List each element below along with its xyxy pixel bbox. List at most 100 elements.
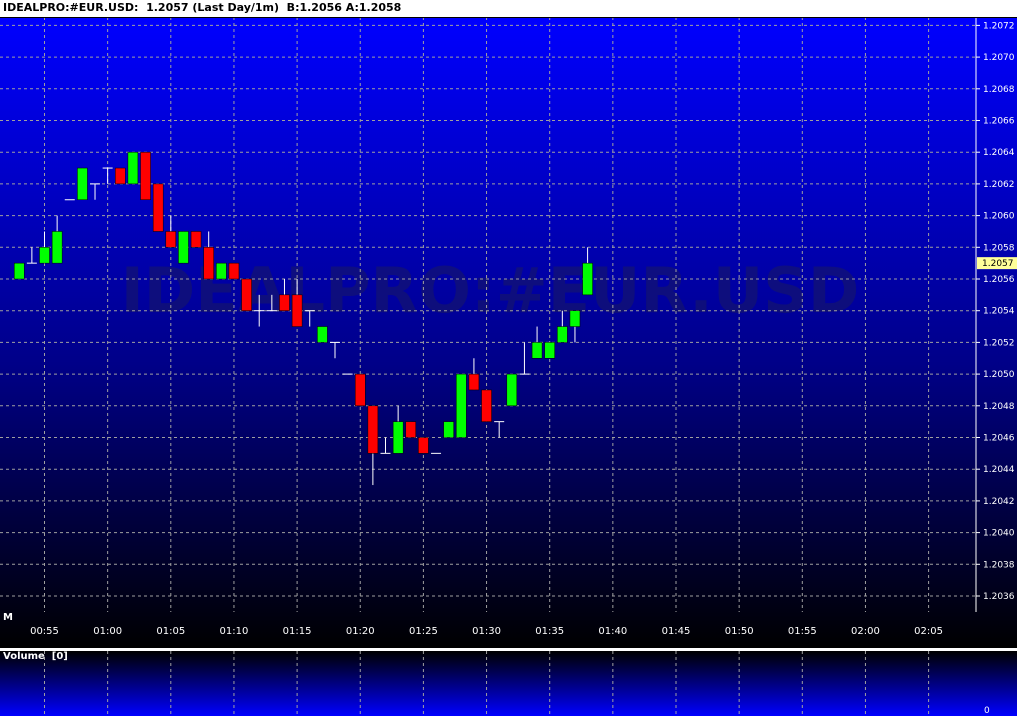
candle (544, 342, 555, 359)
candle-body (152, 183, 164, 232)
y-tick-label: 1.2060 (983, 212, 1015, 222)
y-tick-label: 1.2070 (983, 53, 1015, 63)
candle-body (203, 247, 214, 280)
candle (190, 231, 202, 248)
y-tick-label: 1.2068 (983, 85, 1015, 95)
candle-body (392, 421, 404, 454)
volume-label: Volume [0] (3, 651, 68, 662)
y-tick-label: 1.2044 (983, 465, 1015, 475)
candle-body (178, 231, 189, 264)
candle-body (557, 326, 568, 343)
chart-window: IDEALPRO:#EUR.USD 1.2036 1.2038 1.2040 1.20… (0, 0, 1017, 716)
y-tick-label: 1.2046 (983, 434, 1015, 444)
candle-body (317, 326, 328, 343)
x-tick-label: 01:05 (156, 626, 185, 637)
candle (317, 326, 328, 343)
candle-body (77, 167, 88, 201)
candle-body (13, 262, 25, 280)
candle-body (355, 373, 366, 407)
candle-body (127, 151, 139, 185)
candle-body (582, 262, 593, 296)
candle (77, 167, 88, 201)
candle (178, 231, 189, 264)
candle (140, 151, 151, 200)
candle-body (456, 373, 467, 438)
y-tick-label: 1.2036 (983, 592, 1015, 602)
period-label: M (3, 612, 13, 623)
price-chart[interactable]: IDEALPRO:#EUR.USD 1.20361.20381.20401.20… (0, 0, 1017, 716)
candle-body (165, 231, 177, 248)
x-axis: 00:55 01:00 01:05 01:10 01:15 01:20 01:25 01:30… (30, 626, 943, 637)
candle-body (228, 262, 240, 280)
title-bar: IDEALPRO:#EUR.USD: 1.2057 (Last Day/1m) … (0, 0, 1017, 18)
candle-body (115, 167, 126, 185)
candle-body (241, 278, 252, 311)
y-tick-label: 1.2066 (983, 117, 1015, 127)
candle-body (531, 342, 543, 359)
volume-panel-background (0, 651, 1017, 716)
candle-body (569, 310, 581, 327)
last-price-tag: 1.2057 (977, 257, 1017, 270)
candle-body (443, 421, 454, 438)
x-tick-label: 01:20 (346, 626, 375, 637)
candle-body (405, 421, 417, 438)
y-tick-label: 1.2050 (983, 370, 1015, 380)
candle-body (190, 231, 202, 248)
y-tick-label: 1.2056 (983, 275, 1015, 285)
x-tick-label: 01:10 (220, 626, 249, 637)
candle (405, 421, 417, 438)
candle (506, 373, 518, 407)
candle (481, 389, 492, 422)
x-tick-label: 01:40 (598, 626, 627, 637)
chart-title: IDEALPRO:#EUR.USD: 1.2057 (Last Day/1m) … (3, 1, 402, 14)
candle-body (481, 389, 492, 422)
x-tick-label: 01:55 (788, 626, 817, 637)
candle (241, 278, 252, 311)
candle (115, 167, 126, 185)
candle (228, 262, 240, 280)
candle (355, 373, 366, 407)
x-tick-label: 01:30 (472, 626, 501, 637)
candle-body (544, 342, 555, 359)
candle (13, 262, 25, 280)
panel-divider[interactable] (0, 648, 1017, 651)
x-tick-label: 01:45 (662, 626, 691, 637)
y-tick-label: 1.2052 (983, 338, 1015, 348)
candle-body (216, 262, 227, 280)
candle-body (140, 151, 151, 200)
volume-zero-tick: 0 (984, 706, 990, 716)
candle-body (291, 294, 303, 327)
candle (418, 437, 429, 454)
x-tick-label: 01:15 (283, 626, 312, 637)
y-tick-label: 1.2048 (983, 402, 1015, 412)
candle-body (279, 294, 290, 311)
candle-body (468, 373, 480, 391)
candle-body (39, 247, 50, 264)
candle (216, 262, 227, 280)
y-tick-label: 1.2040 (983, 529, 1015, 539)
x-tick-label: 01:35 (535, 626, 564, 637)
y-tick-label: 1.2072 (983, 21, 1015, 31)
y-tick-label: 1.2038 (983, 560, 1015, 570)
y-tick-label: 1.2054 (983, 307, 1015, 317)
last-price-label: 1.2057 (982, 259, 1014, 269)
candle (456, 373, 467, 438)
x-tick-label: 01:25 (409, 626, 438, 637)
y-tick-label: 1.2062 (983, 180, 1015, 190)
x-tick-label: 02:00 (851, 626, 880, 637)
candle-body (51, 231, 63, 264)
candle-body (418, 437, 429, 454)
y-tick-label: 1.2042 (983, 497, 1015, 507)
candle-body (367, 405, 379, 454)
candle-body (506, 373, 518, 407)
x-tick-label: 01:00 (93, 626, 122, 637)
candle (152, 183, 164, 232)
price-panel-background (0, 17, 1017, 648)
y-tick-label: 1.2058 (983, 243, 1015, 253)
x-tick-label: 01:50 (725, 626, 754, 637)
x-tick-label: 00:55 (30, 626, 59, 637)
x-tick-label: 02:05 (914, 626, 943, 637)
candle (443, 421, 454, 438)
y-tick-label: 1.2064 (983, 148, 1015, 158)
candle (127, 151, 139, 185)
